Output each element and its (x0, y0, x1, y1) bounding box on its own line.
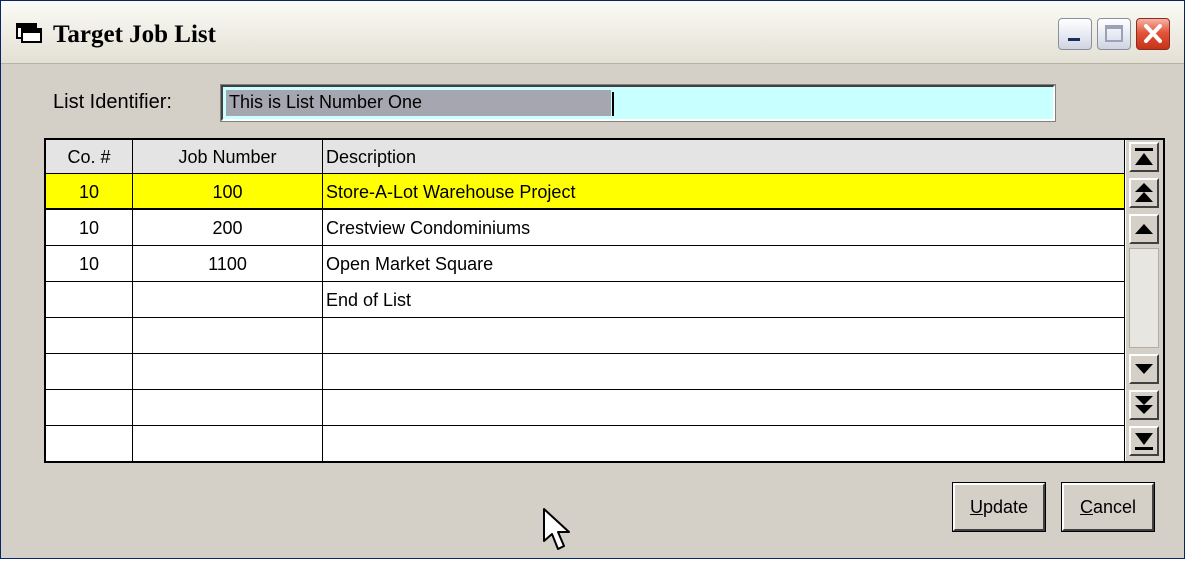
scroll-first-icon (1135, 148, 1153, 165)
table-row[interactable]: End of List (46, 282, 1125, 318)
scroll-page-up-icon (1135, 183, 1153, 202)
cell-co[interactable] (46, 390, 133, 426)
table-row[interactable] (46, 426, 1125, 461)
target-job-list-window: Target Job List List Identifier: This is… (0, 0, 1185, 559)
cell-description[interactable]: Crestview Condominiums (323, 210, 1125, 246)
grid-vertical-scrollbar[interactable] (1126, 140, 1163, 461)
cancel-label-rest: ancel (1092, 497, 1137, 517)
table-row[interactable] (46, 318, 1125, 354)
cell-co[interactable]: 10 (46, 174, 133, 210)
table-row[interactable]: 10 100 Store-A-Lot Warehouse Project (46, 174, 1125, 210)
cell-description[interactable] (323, 426, 1125, 461)
job-list-grid: Co. # Job Number Description 10 100 Stor… (44, 138, 1165, 463)
scroll-up-button[interactable] (1129, 214, 1159, 244)
table-row[interactable] (46, 354, 1125, 390)
scroll-down-button[interactable] (1129, 354, 1159, 384)
column-header-co[interactable]: Co. # (46, 140, 133, 174)
cell-description[interactable]: Store-A-Lot Warehouse Project (323, 174, 1125, 210)
scroll-first-button[interactable] (1129, 142, 1159, 172)
cell-job-number[interactable]: 100 (133, 174, 323, 210)
text-caret (612, 92, 614, 116)
scrollbar-track[interactable] (1129, 248, 1159, 348)
cell-job-number[interactable] (133, 390, 323, 426)
cell-job-number[interactable] (133, 354, 323, 390)
cell-co[interactable]: 10 (46, 210, 133, 246)
update-label-rest: pdate (982, 497, 1029, 517)
scroll-page-down-icon (1135, 396, 1153, 414)
column-header-job-number[interactable]: Job Number (133, 140, 323, 174)
cell-co[interactable] (46, 318, 133, 354)
list-identifier-label: List Identifier: (53, 91, 172, 113)
scroll-up-icon (1135, 224, 1153, 234)
update-accelerator: U (969, 497, 983, 517)
cell-job-number[interactable] (133, 318, 323, 354)
scroll-down-icon (1135, 364, 1153, 374)
list-identifier-value: This is List Number One (229, 92, 423, 112)
cell-description[interactable] (323, 318, 1125, 354)
cell-co[interactable] (46, 282, 133, 318)
table-row[interactable]: 10 1100 Open Market Square (46, 246, 1125, 282)
scroll-last-icon (1135, 433, 1153, 450)
scroll-page-up-button[interactable] (1129, 178, 1159, 208)
close-icon (1144, 24, 1162, 43)
cell-job-number[interactable] (133, 426, 323, 461)
scroll-last-button[interactable] (1129, 426, 1159, 456)
cancel-button[interactable]: Cancel (1061, 482, 1155, 532)
cell-co[interactable]: 10 (46, 246, 133, 282)
cell-co[interactable] (46, 426, 133, 461)
mouse-pointer-icon (543, 508, 570, 550)
table-row[interactable] (46, 390, 1125, 426)
update-button[interactable]: Update (952, 482, 1046, 532)
cell-job-number[interactable]: 1100 (133, 246, 323, 282)
cell-co[interactable] (46, 354, 133, 390)
cell-job-number[interactable] (133, 282, 323, 318)
maximize-icon (1105, 25, 1123, 42)
cell-description[interactable]: End of List (323, 282, 1125, 318)
maximize-button[interactable] (1097, 18, 1131, 50)
column-header-description[interactable]: Description (323, 140, 1125, 174)
cancel-accelerator: C (1079, 497, 1093, 517)
close-button[interactable] (1136, 18, 1170, 50)
cell-description[interactable] (323, 390, 1125, 426)
window-app-icon (16, 23, 42, 43)
grid-header-row: Co. # Job Number Description (46, 140, 1125, 176)
window-title: Target Job List (53, 21, 216, 48)
scroll-page-down-button[interactable] (1129, 390, 1159, 420)
table-row[interactable]: 10 200 Crestview Condominiums (46, 210, 1125, 246)
cell-description[interactable] (323, 354, 1125, 390)
minimize-icon (1068, 38, 1080, 41)
minimize-button[interactable] (1058, 18, 1092, 50)
list-identifier-input[interactable]: This is List Number One (220, 84, 1056, 122)
cell-job-number[interactable]: 200 (133, 210, 323, 246)
cell-description[interactable]: Open Market Square (323, 246, 1125, 282)
title-bar[interactable]: Target Job List (1, 1, 1184, 64)
